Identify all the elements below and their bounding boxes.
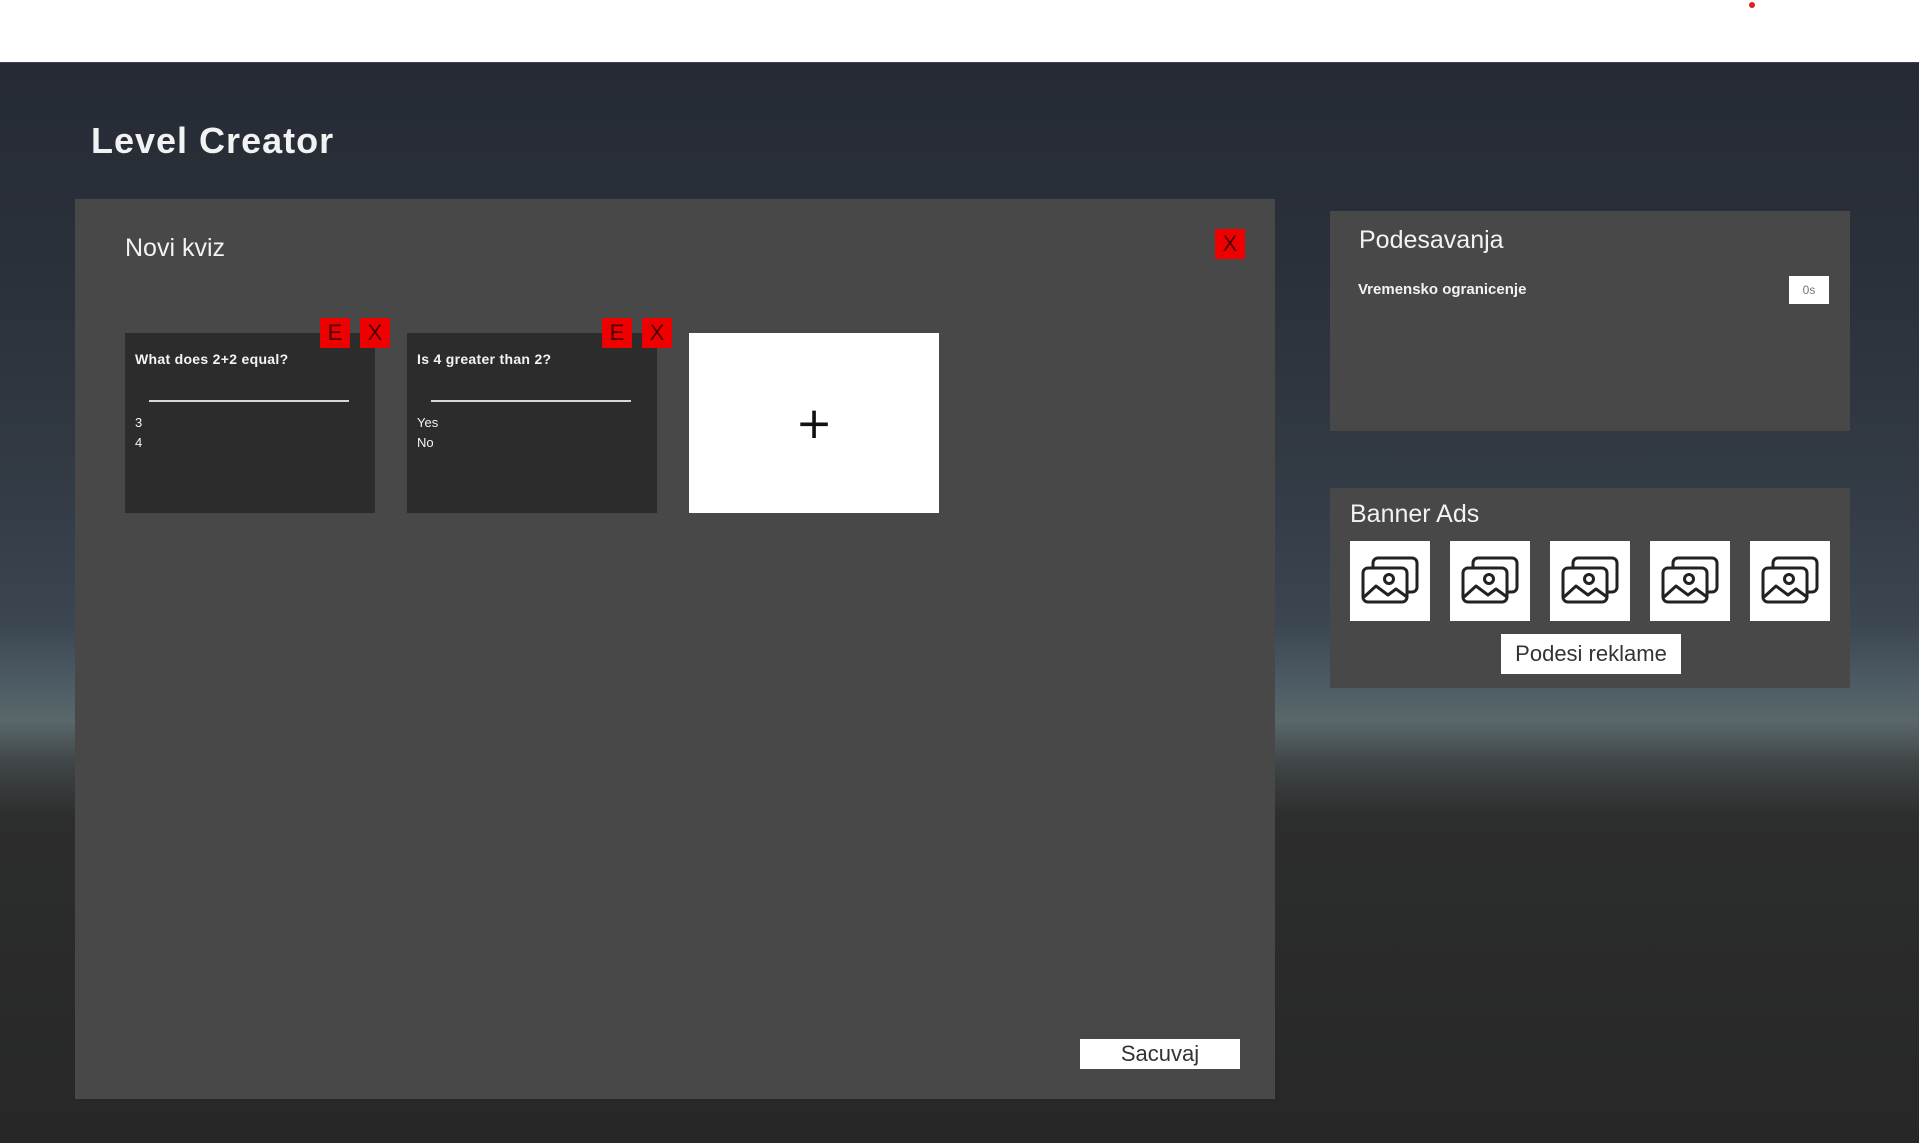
- status-dot: [1749, 2, 1755, 8]
- answer-item: No: [417, 435, 434, 450]
- quiz-panel: Novi kviz X What does 2+2 equal? 3 4 E X…: [75, 199, 1275, 1099]
- banner-ad-slot[interactable]: [1350, 541, 1430, 621]
- edit-question-button[interactable]: E: [320, 318, 350, 348]
- time-limit-input[interactable]: [1789, 276, 1829, 304]
- banner-ad-slot[interactable]: [1550, 541, 1630, 621]
- app-stage: Level Creator Novi kviz X What does 2+2 …: [0, 62, 1919, 1143]
- answer-item: 4: [135, 435, 143, 450]
- app-title: Level Creator: [91, 120, 335, 161]
- delete-question-button[interactable]: X: [642, 318, 672, 348]
- edit-question-button[interactable]: E: [602, 318, 632, 348]
- configure-ads-button[interactable]: Podesi reklame: [1501, 634, 1681, 674]
- close-quiz-button[interactable]: X: [1215, 229, 1245, 259]
- card-divider: [431, 400, 631, 402]
- question-card[interactable]: What does 2+2 equal? 3 4 E X: [125, 318, 390, 513]
- answer-item: 3: [135, 415, 143, 430]
- card-divider: [149, 400, 349, 402]
- settings-panel: Podesavanja Vremensko ogranicenje: [1330, 211, 1850, 431]
- time-limit-label: Vremensko ogranicenje: [1358, 281, 1527, 298]
- question-card[interactable]: Is 4 greater than 2? Yes No E X: [407, 318, 672, 513]
- add-question-button[interactable]: +: [689, 333, 939, 513]
- question-text: Is 4 greater than 2?: [417, 351, 552, 367]
- image-gallery-icon: [1361, 556, 1419, 604]
- image-gallery-icon: [1761, 556, 1819, 604]
- answer-item: Yes: [417, 415, 439, 430]
- save-button[interactable]: Sacuvaj: [1080, 1039, 1240, 1069]
- quiz-title: Novi kviz: [125, 234, 226, 262]
- banner-ads-title: Banner Ads: [1350, 500, 1480, 528]
- answer-list: Yes No: [417, 413, 438, 453]
- banner-ad-slot[interactable]: [1650, 541, 1730, 621]
- delete-question-button[interactable]: X: [360, 318, 390, 348]
- banner-ad-slot[interactable]: [1750, 541, 1830, 621]
- answer-list: 3 4: [135, 413, 142, 453]
- settings-title: Podesavanja: [1359, 226, 1504, 254]
- image-gallery-icon: [1661, 556, 1719, 604]
- question-text: What does 2+2 equal?: [135, 351, 289, 367]
- image-gallery-icon: [1461, 556, 1519, 604]
- banner-ad-slot[interactable]: [1450, 541, 1530, 621]
- banner-ads-panel: Banner Ads Podesi reklame: [1330, 488, 1850, 688]
- image-gallery-icon: [1561, 556, 1619, 604]
